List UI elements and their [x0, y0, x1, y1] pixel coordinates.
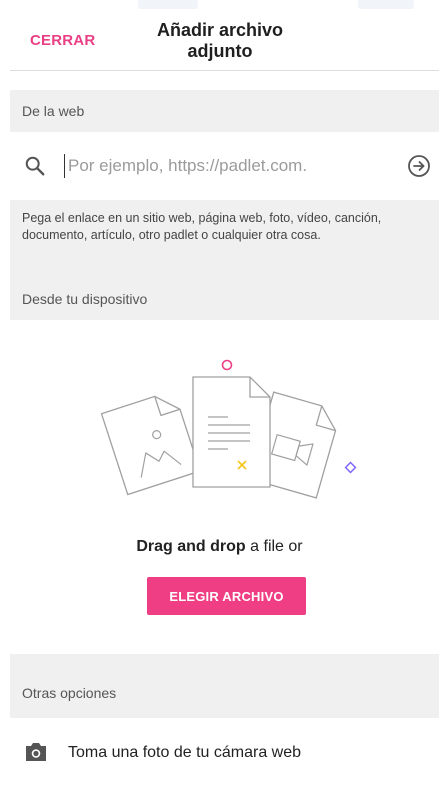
image-file-icon: [100, 395, 201, 496]
url-input[interactable]: [66, 150, 398, 182]
web-hint-block: Pega el enlace en un sitio web, página w…: [10, 200, 439, 320]
close-button[interactable]: CERRAR: [30, 32, 95, 49]
files-illustration: [100, 359, 357, 499]
section-other-label: Otras opciones: [10, 654, 439, 718]
web-hint-text: Pega el enlace en un sitio web, página w…: [22, 211, 382, 242]
webcam-option[interactable]: Toma una foto de tu cámara web: [10, 732, 439, 776]
decor-circle: [221, 359, 233, 371]
drag-drop-text: Drag and drop a file or: [0, 538, 439, 556]
camera-icon: [26, 743, 46, 761]
choose-file-button[interactable]: ELEGIR ARCHIVO: [147, 577, 306, 615]
arrow-circle-right-icon[interactable]: [407, 154, 431, 178]
dialog-title: Añadir archivo adjunto: [156, 20, 284, 61]
webcam-option-label: Toma una foto de tu cámara web: [68, 744, 302, 761]
document-file-icon: [192, 376, 271, 488]
url-search-row: [10, 132, 439, 200]
section-device-label: Desde tu dispositivo: [22, 291, 148, 307]
decor-diamond: [344, 461, 357, 474]
search-icon: [25, 156, 45, 176]
top-tab-strip: [0, 0, 439, 10]
dialog-header: CERRAR Añadir archivo adjunto: [10, 10, 439, 71]
drag-drop-bold: Drag and drop: [136, 538, 246, 555]
section-web-label: De la web: [10, 90, 439, 132]
drag-drop-rest: a file or: [245, 538, 303, 555]
text-caret: [64, 154, 65, 178]
